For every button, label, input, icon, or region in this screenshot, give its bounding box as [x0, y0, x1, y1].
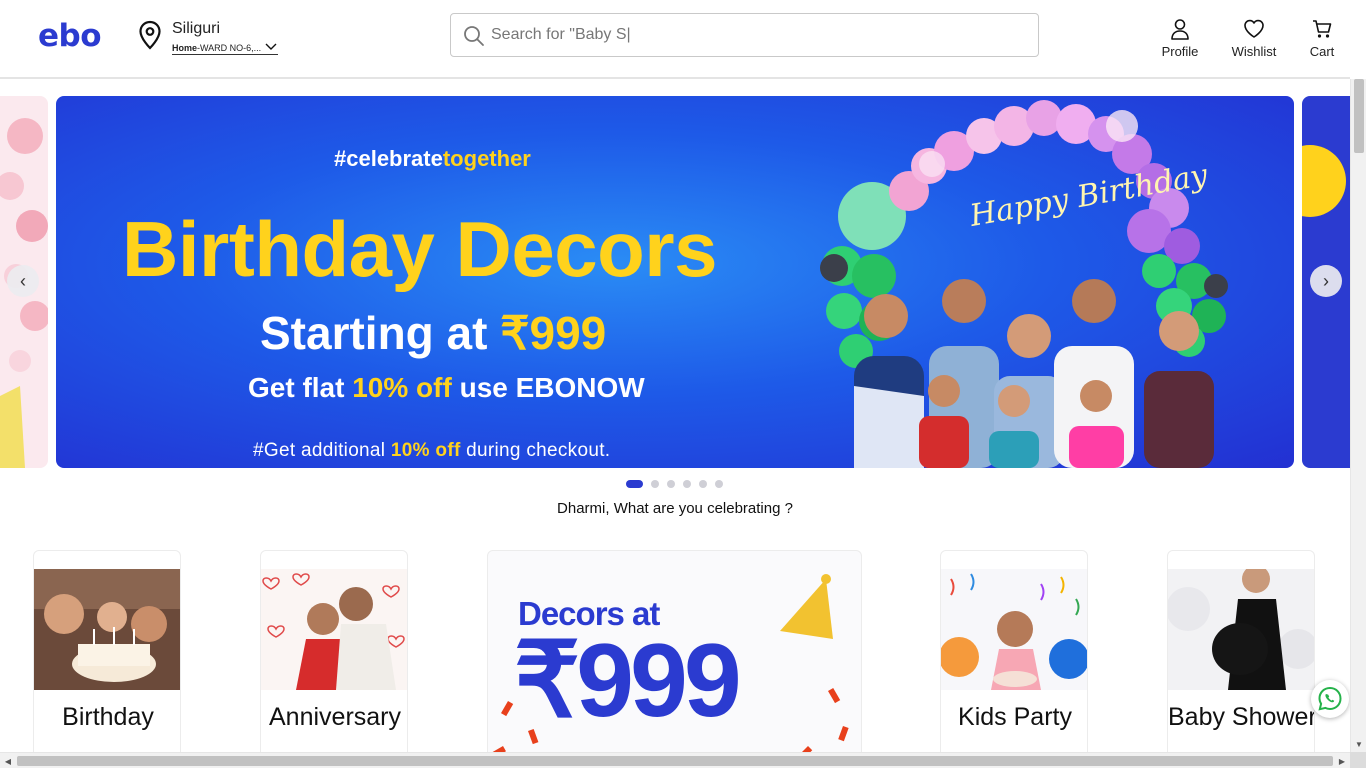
carousel-dot-2[interactable] — [651, 480, 659, 488]
location-type: Home — [172, 43, 198, 53]
anniversary-image — [261, 569, 407, 690]
hero-carousel: #celebratetogether Birthday Decors Start… — [0, 96, 1362, 468]
vertical-scroll-thumb[interactable] — [1354, 79, 1364, 153]
promo-line-2: ₹999 — [514, 623, 742, 739]
carousel-dot-1[interactable] — [626, 480, 643, 488]
category-label-kids-party: Kids Party — [958, 703, 1072, 731]
category-card-birthday[interactable]: Birthday — [33, 550, 181, 760]
banner-price: Starting at ₹999 — [260, 306, 606, 360]
wishlist-label: Wishlist — [1231, 44, 1277, 59]
carousel-dot-4[interactable] — [683, 480, 691, 488]
heart-icon — [1244, 19, 1264, 38]
profile-label: Profile — [1161, 44, 1199, 59]
banner-offer-post: use EBONOW — [451, 372, 645, 403]
whatsapp-icon — [1318, 686, 1342, 711]
search-input[interactable] — [491, 22, 1021, 48]
balloon-arch-family-art: Happy Birthday — [820, 100, 1228, 468]
birthday-image — [34, 569, 180, 690]
banner-offer-highlight: 10% off — [352, 372, 452, 403]
banner-offer: Get flat 10% off use EBONOW — [248, 372, 645, 404]
cart-label: Cart — [1309, 44, 1335, 59]
whatsapp-chat-button[interactable] — [1311, 680, 1349, 718]
vertical-scrollbar[interactable]: ▼ — [1350, 79, 1366, 752]
chevron-down-icon — [265, 43, 277, 50]
category-card-anniversary[interactable]: Anniversary — [260, 550, 408, 760]
scroll-left-arrow-icon[interactable]: ◀ — [0, 753, 16, 768]
banner-offer-pre: Get flat — [248, 372, 353, 403]
banner-note-post: during checkout. — [460, 440, 611, 461]
carousel-pagination — [626, 479, 723, 489]
location-pin-icon — [139, 20, 161, 50]
wishlist-button[interactable]: Wishlist — [1229, 18, 1279, 59]
banner-note: #Get additional 10% off during checkout. — [253, 440, 610, 462]
carousel-next-button[interactable]: › — [1310, 265, 1342, 297]
chevron-right-icon: › — [1323, 270, 1329, 291]
top-header: ebo Siliguri Home-WARD NO-6,... Search f… — [0, 0, 1350, 79]
location-address-text: -WARD NO-6,... — [197, 43, 262, 53]
banner-title: Birthday Decors — [122, 205, 718, 293]
category-label-anniversary: Anniversary — [269, 703, 401, 731]
scroll-right-arrow-icon[interactable]: ▶ — [1334, 753, 1350, 768]
greeting-text: Dharmi, What are you celebrating ? — [557, 500, 793, 517]
scrollbar-corner — [1350, 752, 1366, 768]
carousel-dot-3[interactable] — [667, 480, 675, 488]
location-city: Siliguri — [172, 20, 221, 37]
cart-button[interactable]: Cart — [1307, 18, 1337, 59]
baby-shower-image — [1168, 569, 1314, 690]
category-label-baby-shower: Baby Shower — [1168, 703, 1315, 731]
location-address: Home-WARD NO-6,... — [172, 43, 278, 55]
carousel-prev-button[interactable]: ‹ — [7, 265, 39, 297]
ebo-logo[interactable]: ebo — [38, 18, 102, 54]
horizontal-scrollbar[interactable]: ◀ ▶ — [0, 752, 1350, 768]
cart-icon — [1313, 20, 1332, 38]
banner-note-pre: #Get additional — [253, 440, 391, 461]
category-card-kids-party[interactable]: Kids Party — [940, 550, 1088, 760]
banner-hashtag-yellow: together — [442, 146, 531, 171]
search-icon — [464, 26, 484, 46]
category-label-birthday: Birthday — [62, 703, 154, 731]
kids-party-image — [941, 569, 1087, 690]
user-icon — [1171, 19, 1189, 40]
banner-price-value: ₹999 — [500, 307, 607, 359]
scroll-down-arrow-icon[interactable]: ▼ — [1351, 736, 1366, 752]
promo-card-decors-999[interactable]: Decors at ₹999 — [487, 550, 862, 760]
search-bar[interactable] — [450, 13, 1039, 57]
banner-hashtag: #celebratetogether — [334, 146, 531, 172]
profile-button[interactable]: Profile — [1160, 18, 1200, 59]
horizontal-scroll-thumb[interactable] — [17, 756, 1333, 766]
chevron-left-icon: ‹ — [20, 270, 26, 291]
banner-hashtag-white: #celebrate — [334, 146, 443, 171]
banner-price-prefix: Starting at — [260, 307, 501, 359]
banner-note-highlight: 10% off — [390, 440, 461, 461]
category-card-baby-shower[interactable]: Baby Shower — [1167, 550, 1315, 760]
hero-banner-birthday-decors[interactable]: #celebratetogether Birthday Decors Start… — [56, 96, 1294, 468]
page: ebo Siliguri Home-WARD NO-6,... Search f… — [0, 0, 1366, 768]
carousel-dot-5[interactable] — [699, 480, 707, 488]
carousel-dot-6[interactable] — [715, 480, 723, 488]
